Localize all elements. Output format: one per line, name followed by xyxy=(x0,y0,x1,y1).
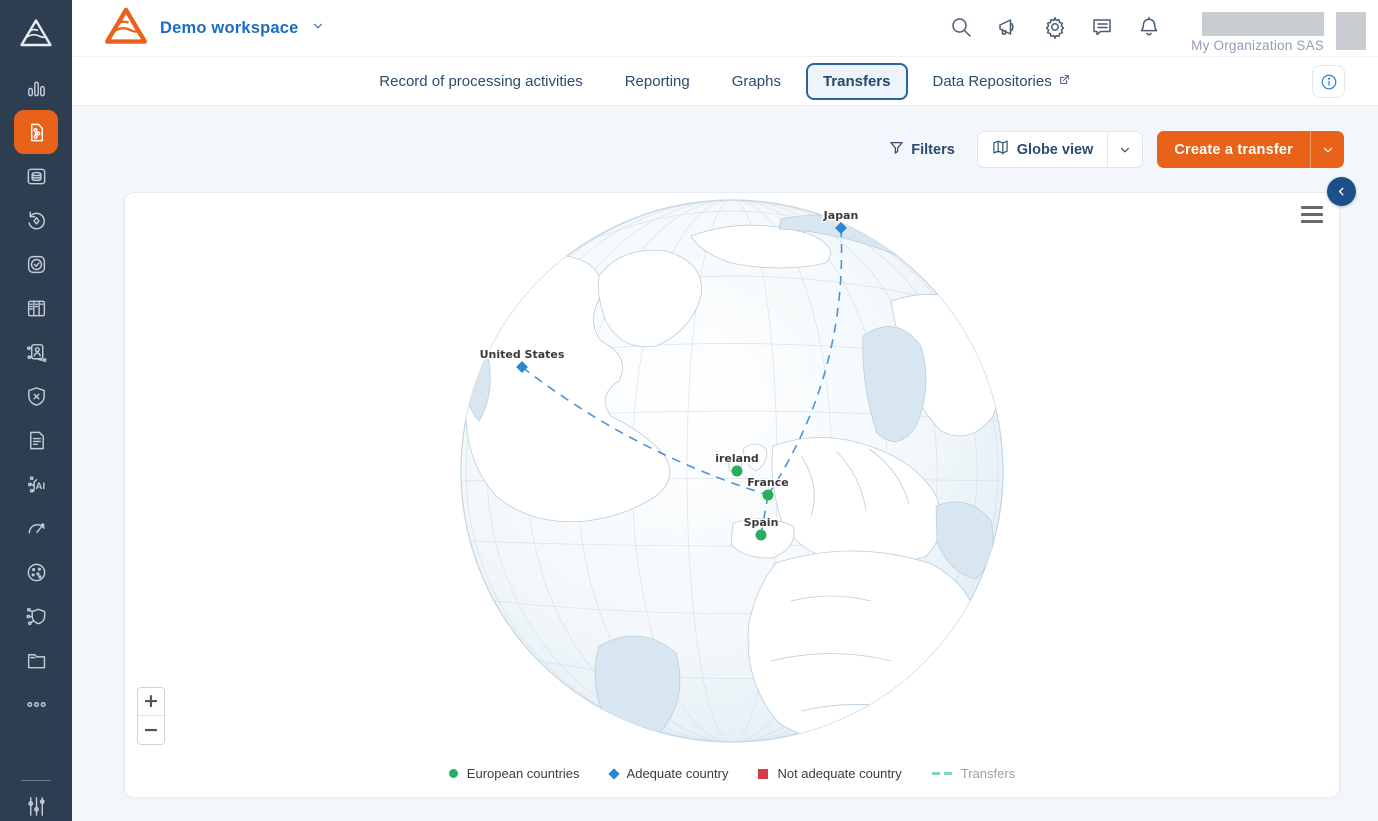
tab-label: Data Repositories xyxy=(933,73,1052,90)
sidebar-item-shield-x[interactable] xyxy=(14,374,58,418)
info-button[interactable] xyxy=(1312,65,1345,98)
square-legend-marker xyxy=(758,769,768,779)
chevron-left-icon xyxy=(1335,185,1348,198)
tab-label: Reporting xyxy=(625,73,690,90)
tab-label: Transfers xyxy=(823,73,891,90)
funnel-icon xyxy=(889,140,904,159)
sidebar-divider xyxy=(21,780,51,781)
legend-item-european-countries[interactable]: European countries xyxy=(449,766,580,781)
sidebar-item-folder[interactable] xyxy=(14,638,58,682)
workspace-name: Demo workspace xyxy=(160,19,299,38)
legend-label: Adequate country xyxy=(627,766,729,781)
sidebar-item-kanban[interactable] xyxy=(14,286,58,330)
create-transfer-button[interactable]: Create a transfer xyxy=(1157,131,1310,168)
legend-label: Transfers xyxy=(961,766,1015,781)
sidebar-item-shield-network[interactable] xyxy=(14,594,58,638)
country-marker-ireland[interactable] xyxy=(732,466,743,477)
sidebar-item-processing-record[interactable] xyxy=(14,110,58,154)
country-label: ireland xyxy=(715,452,759,465)
legend-label: Not adequate country xyxy=(777,766,901,781)
sidebar-item-ai[interactable]: AI xyxy=(14,462,58,506)
workspace-switcher[interactable]: Demo workspace xyxy=(104,6,325,51)
sidebar-item-bar-chart[interactable] xyxy=(14,66,58,110)
zoom-in-button[interactable]: + xyxy=(138,688,164,716)
chat-icon[interactable] xyxy=(1090,15,1114,39)
bell-icon[interactable] xyxy=(1137,15,1161,39)
tab-label: Record of processing activities xyxy=(379,73,582,90)
sidebar-item-more-dots[interactable] xyxy=(14,682,58,726)
sidebar-item-tasks-check[interactable] xyxy=(14,242,58,286)
legend-item-adequate-country[interactable]: Adequate country xyxy=(610,766,729,781)
legend-item-transfers[interactable]: Transfers xyxy=(932,766,1015,781)
view-dropdown-button[interactable] xyxy=(1107,132,1142,167)
circle-legend-marker xyxy=(449,769,458,778)
create-transfer-label: Create a transfer xyxy=(1174,142,1293,158)
create-transfer-split-button: Create a transfer xyxy=(1157,131,1344,168)
panel-collapse-button[interactable] xyxy=(1327,177,1356,206)
topbar: Demo workspace My Organization SAS xyxy=(72,0,1378,57)
filters-button[interactable]: Filters xyxy=(881,134,963,165)
app-logo[interactable] xyxy=(0,0,72,66)
sidebar-item-risk-gauge[interactable] xyxy=(14,506,58,550)
sidebar-item-history[interactable] xyxy=(14,198,58,242)
view-label: Globe view xyxy=(1017,142,1094,158)
globe-view-button[interactable]: Globe view xyxy=(978,132,1108,167)
chevron-down-icon xyxy=(1321,143,1335,157)
dash-legend-marker xyxy=(932,772,952,775)
tab-record-of-processing-activities[interactable]: Record of processing activities xyxy=(362,63,599,100)
map-menu-button[interactable] xyxy=(1301,206,1323,223)
country-label: Spain xyxy=(744,516,779,529)
country-label: United States xyxy=(480,348,565,361)
chevron-down-icon xyxy=(1118,143,1132,157)
redacted-username xyxy=(1202,12,1324,36)
sidebar-item-data-repository[interactable] xyxy=(14,154,58,198)
globe-map[interactable]: Japan United States ireland France Spain xyxy=(125,193,1341,753)
transfers-page: Filters Globe view Create a transfer xyxy=(72,106,1378,821)
organization-label: My Organization SAS xyxy=(1191,38,1324,53)
gear-icon[interactable] xyxy=(1043,15,1067,39)
legend-item-not-adequate-country[interactable]: Not adequate country xyxy=(758,766,901,781)
view-selector: Globe view xyxy=(977,131,1144,168)
chevron-down-icon xyxy=(311,19,325,38)
map-zoom-controls: + − xyxy=(137,687,165,745)
sidebar-item-data-subject[interactable] xyxy=(14,330,58,374)
tab-label: Graphs xyxy=(732,73,781,90)
app-logo-orange-icon xyxy=(104,6,148,51)
megaphone-icon[interactable] xyxy=(996,15,1020,39)
filters-label: Filters xyxy=(911,142,955,158)
search-icon[interactable] xyxy=(949,15,973,39)
sidebar: AI xyxy=(0,0,72,821)
tab-data-repositories[interactable]: Data Repositories xyxy=(916,63,1088,100)
sliders-icon[interactable] xyxy=(25,795,48,821)
map-card: Japan United States ireland France Spain + −… xyxy=(124,192,1340,798)
country-marker-spain[interactable] xyxy=(756,530,767,541)
sidebar-nav: AI xyxy=(0,66,72,726)
map-icon xyxy=(992,139,1009,160)
tab-reporting[interactable]: Reporting xyxy=(608,63,707,100)
map-legend: European countries Adequate country Not ad… xyxy=(125,766,1339,781)
svg-text:AI: AI xyxy=(35,480,45,491)
tab-graphs[interactable]: Graphs xyxy=(715,63,798,100)
map-toolbar: Filters Globe view Create a transfer xyxy=(881,131,1344,168)
tabbar: Record of processing activities Reporting… xyxy=(72,57,1378,106)
sidebar-item-cookie[interactable] xyxy=(14,550,58,594)
tab-transfers[interactable]: Transfers xyxy=(806,63,908,100)
zoom-out-button[interactable]: − xyxy=(138,716,164,744)
country-label: Japan xyxy=(823,209,859,222)
legend-label: European countries xyxy=(467,766,580,781)
create-transfer-dropdown-button[interactable] xyxy=(1310,131,1344,168)
country-marker-france[interactable] xyxy=(763,490,774,501)
country-label: France xyxy=(747,476,788,489)
sidebar-item-document[interactable] xyxy=(14,418,58,462)
external-link-icon xyxy=(1058,73,1071,90)
avatar[interactable] xyxy=(1336,12,1366,50)
diamond-legend-marker xyxy=(608,768,619,779)
